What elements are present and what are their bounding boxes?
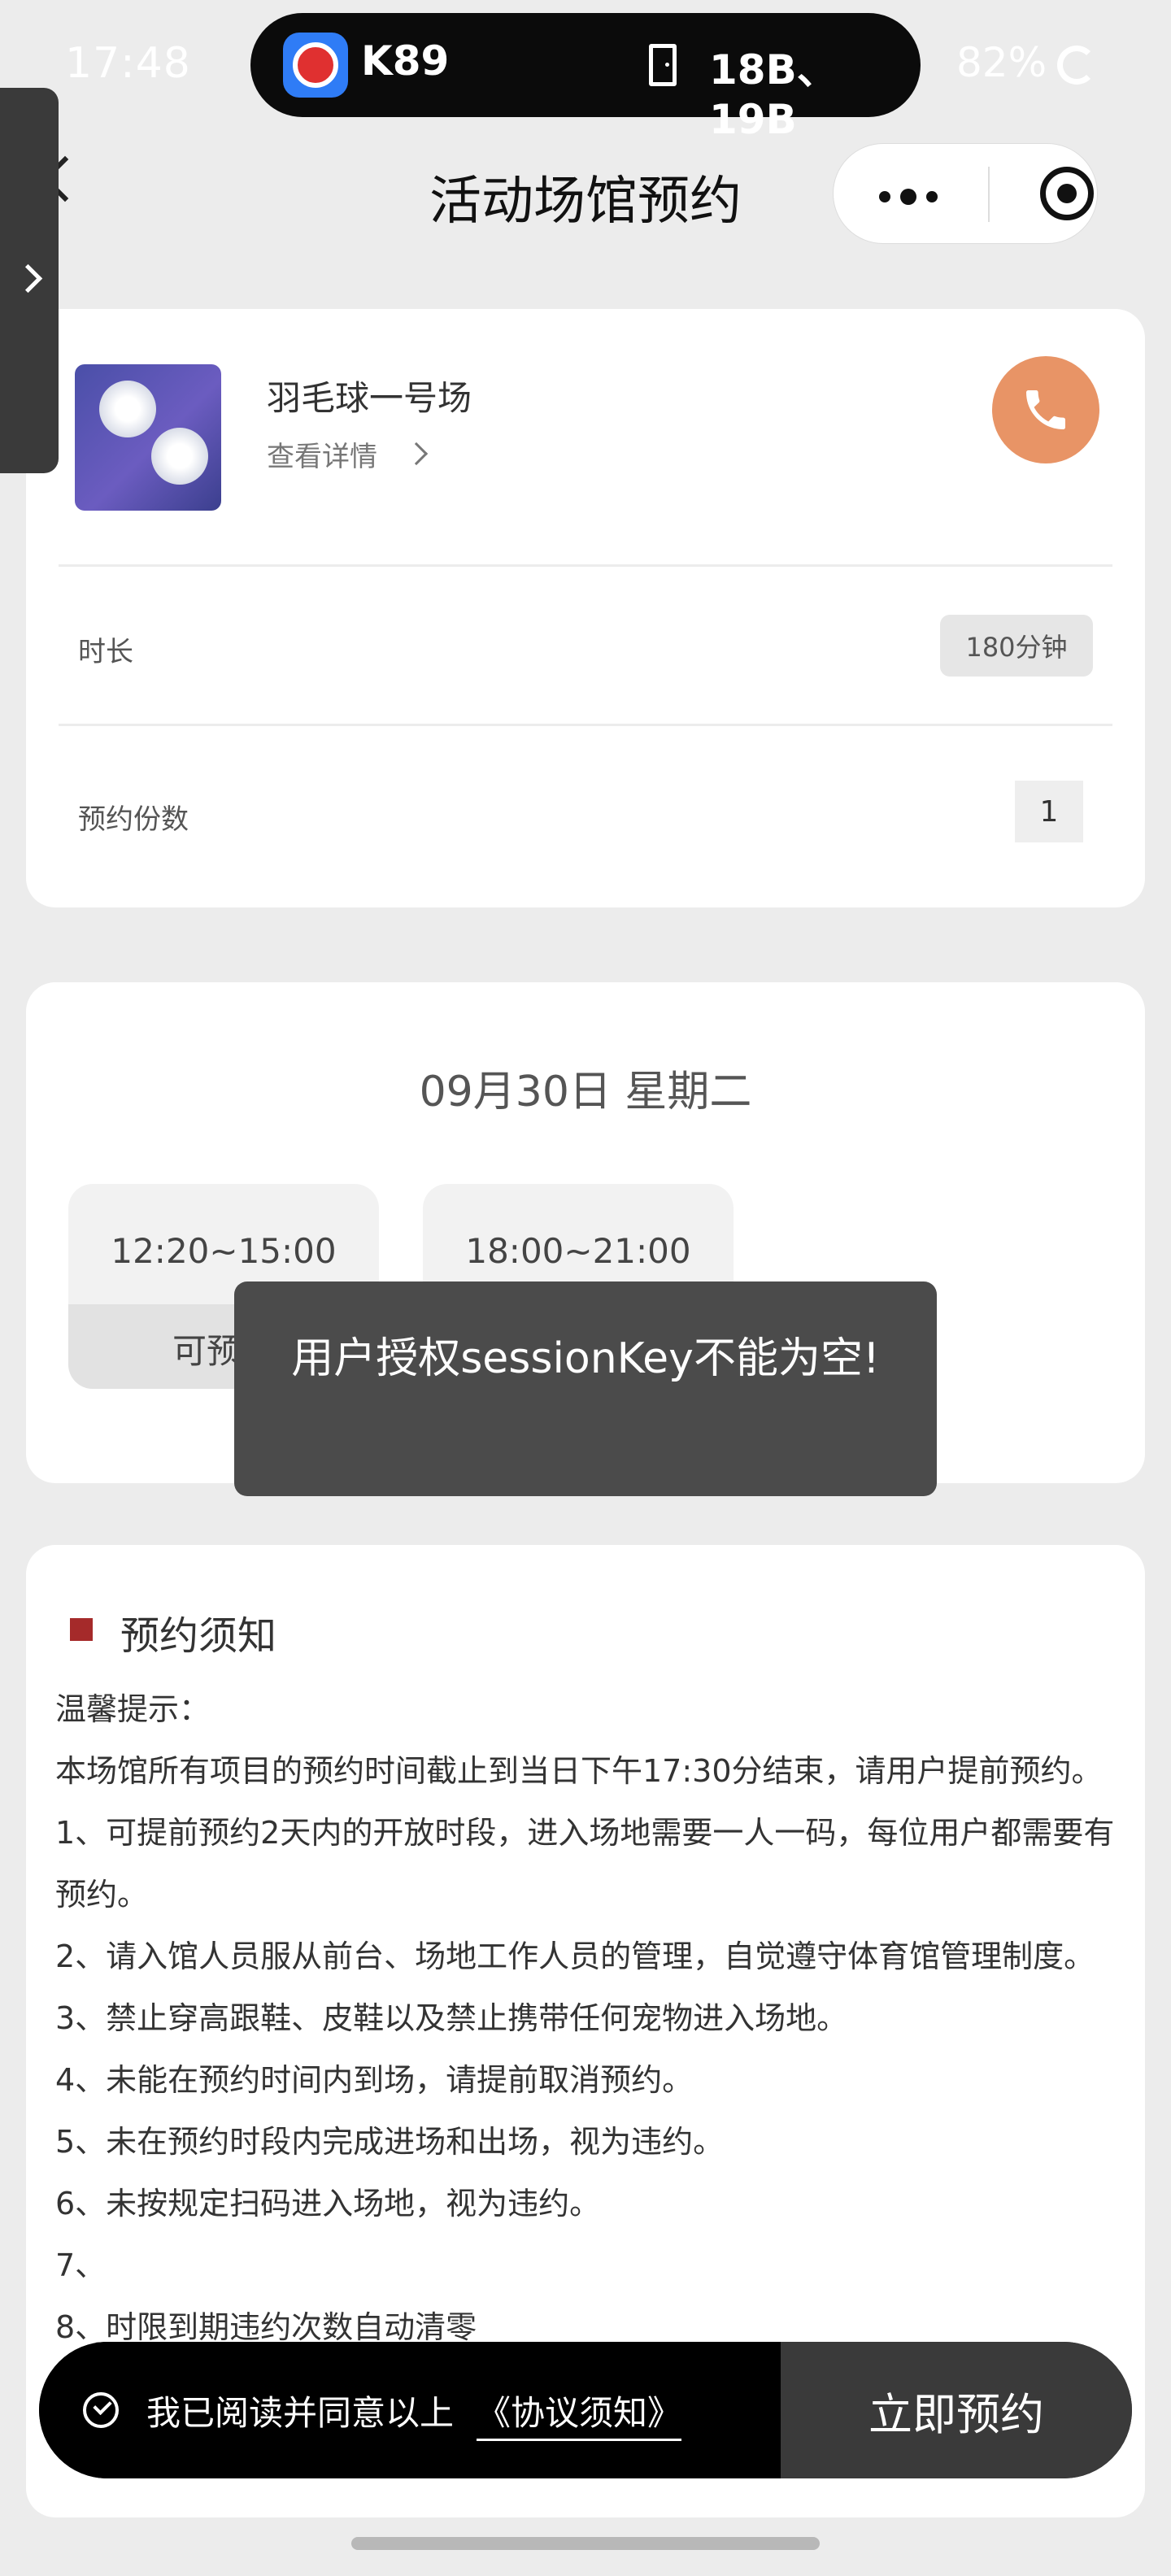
- chevron-right-icon: [404, 442, 429, 466]
- railway-app-icon: [283, 33, 348, 98]
- battery-level: 82%: [956, 39, 1047, 86]
- notice-line: 3、禁止穿高跟鞋、皮鞋以及禁止携带任何宠物进入场地。: [55, 2000, 848, 2036]
- divider: [59, 564, 1112, 567]
- venue-name: 羽毛球一号场: [267, 378, 472, 418]
- notice-body: 温馨提示： 本场馆所有项目的预约时间截止到当日下午17:30分结束，请用户提前预…: [55, 1678, 1129, 2358]
- slot-time: 18:00~21:00: [465, 1231, 691, 1271]
- mini-program-capsule: [833, 143, 1098, 244]
- train-number: K89: [361, 37, 450, 85]
- agree-text: 我已阅读并同意以上: [146, 2393, 455, 2433]
- call-button[interactable]: [992, 356, 1099, 463]
- notice-line: 6、未按规定扫码进入场地，视为违约。: [55, 2186, 601, 2221]
- divider: [59, 724, 1112, 726]
- door-icon: [649, 44, 677, 86]
- venue-thumbnail: [75, 364, 221, 511]
- notice-line: 2、请入馆人员服从前台、场地工作人员的管理，自觉遵守体育馆管理制度。: [55, 1939, 1095, 1974]
- train-info-pill: K89 18B、19B: [250, 13, 921, 143]
- loading-spinner-icon: [1057, 46, 1096, 85]
- notice-line: 1、可提前预约2天内的开放时段，进入场地需要一人一码，每位用户都需要有预约。: [55, 1815, 1115, 1912]
- floating-side-tab[interactable]: [0, 88, 59, 473]
- book-now-button[interactable]: 立即预约: [781, 2342, 1132, 2478]
- section-marker: [70, 1618, 93, 1641]
- bottom-action-bar: 我已阅读并同意以上 《协议须知》 立即预约: [39, 2342, 1132, 2478]
- seat-numbers: 18B、19B: [709, 46, 838, 143]
- agreement-link[interactable]: 《协议须知》: [477, 2386, 682, 2441]
- error-toast: 用户授权sessionKey不能为空!: [234, 1281, 937, 1496]
- notice-line: 4、未能在预约时间内到场，请提前取消预约。: [55, 2062, 694, 2098]
- more-menu-icon[interactable]: [879, 189, 938, 205]
- notice-title: 预约须知: [120, 1613, 277, 1659]
- checkbox-circle-icon[interactable]: [83, 2392, 119, 2428]
- slot-time: 12:20~15:00: [111, 1231, 337, 1271]
- notice-line: 5、未在预约时段内完成进场和出场，视为违约。: [55, 2124, 725, 2160]
- notice-line: 温馨提示：: [55, 1691, 211, 1727]
- duration-value: 180分钟: [940, 615, 1093, 677]
- schedule-date: 09月30日 星期二: [419, 1068, 752, 1116]
- duration-label: 时长: [78, 636, 133, 668]
- status-time: 17:48: [65, 39, 191, 88]
- home-indicator: [351, 2537, 820, 2550]
- notice-line: 本场馆所有项目的预约时间截止到当日下午17:30分结束，请用户提前预约。: [55, 1753, 1103, 1789]
- status-bar: 17:48 K89 18B、19B 82%: [0, 0, 1171, 143]
- quantity-label: 预约份数: [78, 803, 189, 836]
- phone-icon: [1026, 390, 1065, 429]
- venue-card: 羽毛球一号场 查看详情 时长 180分钟 预约份数 1: [26, 309, 1145, 907]
- capsule-divider: [988, 167, 990, 222]
- notice-line: 7、: [55, 2247, 107, 2283]
- quantity-input[interactable]: 1: [1015, 781, 1083, 842]
- close-mini-program-icon[interactable]: [1040, 167, 1094, 220]
- view-details-link[interactable]: 查看详情: [267, 434, 377, 474]
- agreement-row[interactable]: 我已阅读并同意以上 《协议须知》: [39, 2342, 781, 2478]
